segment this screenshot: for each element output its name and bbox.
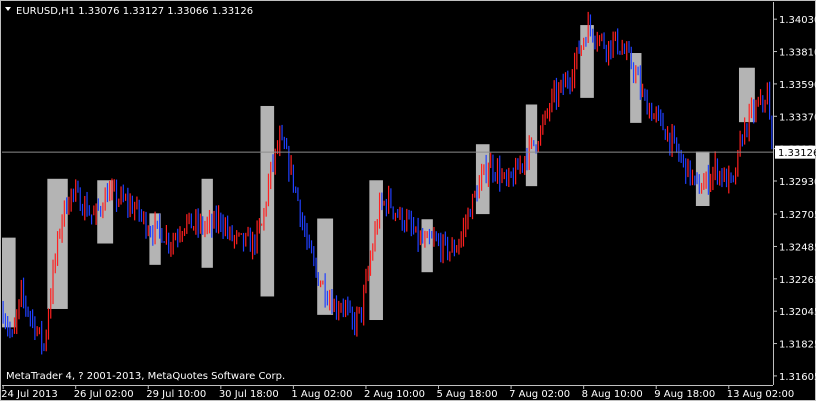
range-box xyxy=(369,180,383,321)
price-tick-label: 1.32265 xyxy=(779,275,816,286)
range-box xyxy=(475,144,490,215)
time-tick-label: 8 Aug 10:00 xyxy=(582,389,643,400)
price-chart[interactable]: 1.340301.338101.335901.333701.331501.329… xyxy=(0,0,816,401)
range-box xyxy=(421,219,433,273)
range-box xyxy=(260,105,275,297)
time-tick-label: 29 Jul 10:00 xyxy=(146,389,206,400)
time-tick-label: 9 Aug 18:00 xyxy=(654,389,715,400)
time-tick-label: 1 Aug 02:00 xyxy=(291,389,352,400)
price-tick-label: 1.32930 xyxy=(779,177,816,188)
time-tick-label: 5 Aug 18:00 xyxy=(437,389,498,400)
price-tick-label: 1.32485 xyxy=(779,242,816,253)
time-tick-label: 13 Aug 02:00 xyxy=(727,389,794,400)
price-tick-label: 1.33810 xyxy=(779,48,816,59)
range-box xyxy=(738,67,755,123)
symbol-info-line: EURUSD,H1 1.33076 1.33127 1.33066 1.3312… xyxy=(16,6,253,17)
range-box xyxy=(2,237,16,328)
price-tick-label: 1.31825 xyxy=(779,340,816,351)
price-tick-label: 1.32045 xyxy=(779,307,816,318)
price-tick-label: 1.32705 xyxy=(779,210,816,221)
range-box xyxy=(580,25,594,98)
price-tick-label: 1.34030 xyxy=(779,15,816,26)
time-tick-label: 24 Jul 2013 xyxy=(1,389,58,400)
price-tick-label: 1.33590 xyxy=(779,80,816,91)
copyright-text: MetaTrader 4, ? 2001-2013, MetaQuotes So… xyxy=(6,371,285,382)
time-tick-label: 30 Jul 18:00 xyxy=(219,389,279,400)
time-tick-label: 26 Jul 02:00 xyxy=(74,389,134,400)
range-box xyxy=(695,151,710,207)
current-price-tag-label: 1.33126 xyxy=(778,148,816,159)
time-tick-label: 7 Aug 02:00 xyxy=(509,389,570,400)
price-tick-label: 1.31605 xyxy=(779,372,816,383)
time-tick-label: 2 Aug 10:00 xyxy=(364,389,425,400)
chart-background xyxy=(0,0,816,401)
price-tick-label: 1.33370 xyxy=(779,112,816,123)
chart-window[interactable]: 1.340301.338101.335901.333701.331501.329… xyxy=(0,0,816,401)
